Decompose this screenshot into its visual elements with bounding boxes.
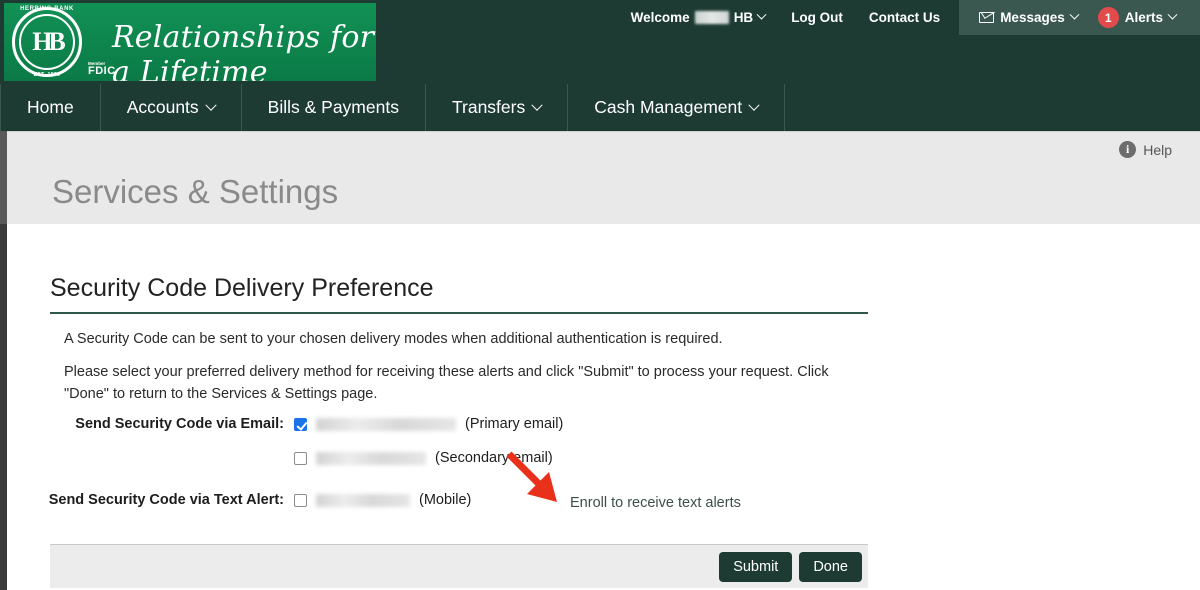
brand-tagline: Relationships for a Lifetime bbox=[112, 20, 375, 81]
left-edge-rail bbox=[0, 131, 7, 590]
chevron-down-icon bbox=[748, 99, 760, 111]
alerts-count-badge: 1 bbox=[1097, 7, 1119, 28]
help-link[interactable]: i Help bbox=[1119, 141, 1172, 158]
nav-item-label: Bills & Payments bbox=[267, 97, 399, 117]
seal-bottom-text: EST. 1899 bbox=[33, 72, 61, 78]
intro-paragraph-1: A Security Code can be sent to your chos… bbox=[64, 331, 723, 347]
welcome-user-menu[interactable]: Welcome HB bbox=[618, 9, 779, 25]
form-row-text-alert: Send Security Code via Text Alert: (Mobi… bbox=[7, 490, 907, 524]
nav-item-bills-payments[interactable]: Bills & Payments bbox=[242, 84, 426, 131]
main-navigation: Home Accounts Bills & Payments Transfers… bbox=[0, 84, 1200, 131]
nav-item-label: Home bbox=[27, 97, 74, 117]
form-row-email-primary: Send Security Code via Email: (Primary e… bbox=[7, 414, 907, 448]
seal-monogram: HB bbox=[32, 27, 66, 56]
delivery-preference-form: Send Security Code via Email: (Primary e… bbox=[7, 414, 907, 524]
app-window: HERRING BANK HB EST. 1899 Member FDIC Re… bbox=[0, 0, 1200, 590]
welcome-label: Welcome bbox=[630, 10, 690, 25]
chevron-down-icon bbox=[205, 99, 217, 111]
messages-menu[interactable]: Messages bbox=[969, 9, 1088, 25]
chevron-down-icon bbox=[1069, 9, 1080, 20]
chevron-down-icon bbox=[756, 9, 767, 20]
alerts-label: Alerts bbox=[1124, 10, 1163, 25]
text-alert-row-label: Send Security Code via Text Alert: bbox=[48, 492, 284, 508]
enroll-text-alerts-link[interactable]: Enroll to receive text alerts bbox=[570, 495, 741, 511]
mobile-number-value-redacted bbox=[316, 494, 410, 507]
herring-bank-seal-icon: HERRING BANK HB EST. 1899 bbox=[10, 5, 84, 79]
messages-label: Messages bbox=[1000, 10, 1065, 25]
contact-us-link[interactable]: Contact Us bbox=[856, 10, 953, 25]
nav-item-transfers[interactable]: Transfers bbox=[426, 84, 569, 131]
page-title: Services & Settings bbox=[52, 173, 339, 210]
help-label: Help bbox=[1143, 141, 1172, 158]
secondary-email-checkbox[interactable] bbox=[294, 452, 307, 465]
form-action-bar: Submit Done bbox=[50, 544, 868, 588]
primary-email-checkbox[interactable] bbox=[294, 418, 307, 431]
log-out-link[interactable]: Log Out bbox=[778, 10, 856, 25]
bank-logo-banner[interactable]: HERRING BANK HB EST. 1899 Member FDIC Re… bbox=[4, 3, 376, 81]
section-heading: Security Code Delivery Preference bbox=[50, 274, 868, 314]
mobile-suffix: (Mobile) bbox=[419, 492, 472, 508]
page-title-band: i Help Services & Settings bbox=[7, 131, 1200, 224]
mobile-text-alert-checkbox[interactable] bbox=[294, 494, 307, 507]
chevron-down-icon bbox=[1167, 9, 1178, 20]
nav-item-label: Transfers bbox=[451, 97, 526, 117]
submit-button[interactable]: Submit bbox=[719, 551, 793, 582]
main-content: Security Code Delivery Preference A Secu… bbox=[7, 224, 1200, 590]
utility-nav: Welcome HB Log Out Contact Us Messages 1… bbox=[618, 0, 1200, 35]
utility-links: Welcome HB Log Out Contact Us bbox=[618, 0, 960, 35]
nav-item-label: Accounts bbox=[126, 97, 199, 117]
email-row-label: Send Security Code via Email: bbox=[75, 416, 284, 432]
secondary-email-value-redacted bbox=[316, 452, 426, 465]
chevron-down-icon bbox=[531, 99, 543, 111]
nav-item-home[interactable]: Home bbox=[0, 84, 101, 131]
welcome-user-redacted bbox=[694, 11, 729, 24]
welcome-suffix: HB bbox=[733, 10, 754, 25]
messages-alerts-panel: Messages 1 Alerts bbox=[959, 0, 1200, 35]
primary-email-value-redacted bbox=[316, 418, 456, 431]
form-row-email-secondary: (Secondary email) bbox=[7, 448, 907, 482]
nav-item-cash-management[interactable]: Cash Management bbox=[568, 84, 786, 131]
secondary-email-suffix: (Secondary email) bbox=[435, 450, 553, 466]
nav-item-accounts[interactable]: Accounts bbox=[101, 84, 242, 131]
alerts-menu[interactable]: 1 Alerts bbox=[1088, 7, 1186, 28]
envelope-icon bbox=[979, 12, 995, 23]
intro-paragraph-2: Please select your preferred delivery me… bbox=[64, 364, 829, 402]
done-button[interactable]: Done bbox=[799, 551, 862, 582]
site-header: HERRING BANK HB EST. 1899 Member FDIC Re… bbox=[0, 0, 1200, 84]
info-icon: i bbox=[1119, 141, 1137, 158]
primary-email-suffix: (Primary email) bbox=[465, 416, 564, 432]
nav-item-label: Cash Management bbox=[594, 97, 743, 117]
